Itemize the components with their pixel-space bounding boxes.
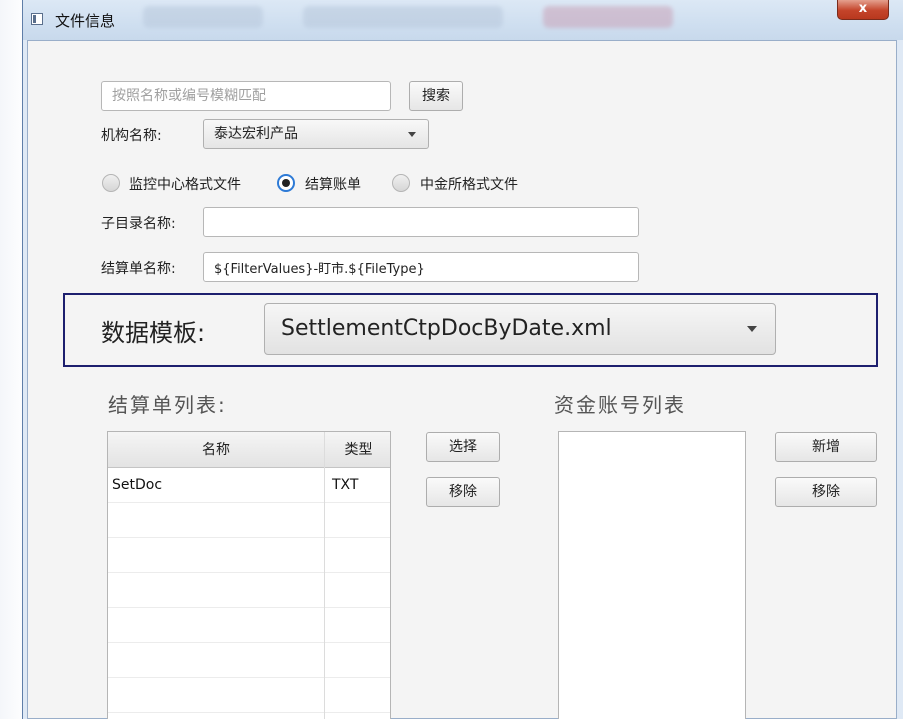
table-row[interactable]	[108, 538, 390, 573]
table-row[interactable]	[108, 678, 390, 713]
template-highlight-box: 数据模板: SettlementCtpDocByDate.xml	[63, 293, 878, 367]
search-input[interactable]	[101, 81, 391, 111]
settlement-name-label: 结算单名称:	[101, 261, 176, 277]
window-title: 文件信息	[55, 12, 116, 30]
table-row[interactable]: SetDoc TXT	[108, 468, 390, 503]
file-info-window: 文件信息 x 搜索 机构名称: 泰达宏利产品 监控中心格式文件 结算账单 中金所…	[22, 0, 903, 719]
close-button[interactable]: x	[837, 0, 889, 20]
template-select[interactable]: SettlementCtpDocByDate.xml	[264, 303, 776, 355]
table-row[interactable]	[108, 503, 390, 538]
chevron-down-icon	[408, 132, 416, 137]
search-button[interactable]: 搜索	[409, 81, 463, 111]
subdir-label: 子目录名称:	[101, 216, 176, 232]
title-bar: 文件信息 x	[23, 0, 903, 40]
remove-settlement-button[interactable]: 移除	[426, 477, 500, 507]
radio-settlement-bill-label[interactable]: 结算账单	[305, 174, 361, 194]
org-select-value: 泰达宏利产品	[214, 126, 298, 142]
template-label: 数据模板:	[101, 319, 206, 347]
radio-monitor-format[interactable]	[102, 174, 120, 192]
settlement-list-title: 结算单列表:	[108, 393, 227, 417]
blurred-background-decoration	[143, 6, 263, 28]
table-row[interactable]	[108, 713, 390, 719]
table-row[interactable]	[108, 608, 390, 643]
template-select-value: SettlementCtpDocByDate.xml	[281, 316, 612, 341]
org-select[interactable]: 泰达宏利产品	[203, 119, 429, 149]
cell-name: SetDoc	[112, 477, 163, 493]
blurred-background-decoration	[303, 6, 503, 28]
settlement-table[interactable]: 名称 类型 SetDoc TXT	[107, 431, 391, 719]
chevron-down-icon	[747, 326, 757, 332]
table-row[interactable]	[108, 643, 390, 678]
add-account-button[interactable]: 新增	[775, 432, 877, 462]
remove-account-button[interactable]: 移除	[775, 477, 877, 507]
table-row[interactable]	[108, 573, 390, 608]
table-header: 名称 类型	[108, 432, 390, 468]
account-listbox[interactable]	[558, 431, 746, 719]
select-button[interactable]: 选择	[426, 432, 500, 462]
subdir-input[interactable]	[203, 207, 639, 237]
radio-cffex-format-label[interactable]: 中金所格式文件	[420, 174, 518, 194]
radio-settlement-bill[interactable]	[277, 174, 295, 192]
column-header-name[interactable]: 名称	[108, 432, 324, 468]
column-header-type[interactable]: 类型	[325, 432, 390, 468]
cell-type: TXT	[332, 477, 359, 493]
column-divider	[324, 432, 325, 719]
dialog-content: 搜索 机构名称: 泰达宏利产品 监控中心格式文件 结算账单 中金所格式文件 子目…	[27, 40, 897, 719]
window-icon	[31, 13, 43, 25]
account-list-title: 资金账号列表	[554, 393, 686, 417]
radio-monitor-format-label[interactable]: 监控中心格式文件	[129, 174, 241, 194]
blurred-background-decoration	[543, 6, 673, 28]
settlement-name-input[interactable]	[203, 252, 639, 282]
org-label: 机构名称:	[101, 128, 162, 144]
radio-cffex-format[interactable]	[392, 174, 410, 192]
